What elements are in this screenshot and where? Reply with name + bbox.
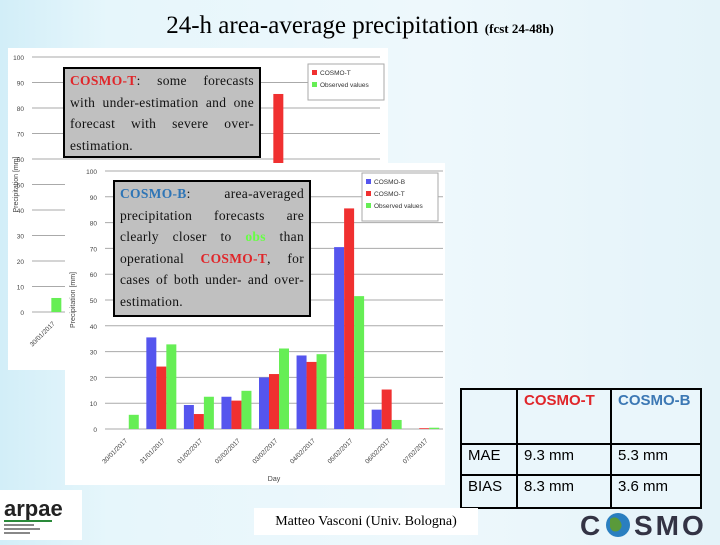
bar-observed-values bbox=[51, 297, 62, 312]
x-tick-label: 30/01/2017 bbox=[101, 437, 129, 465]
bar-cosmo-b bbox=[259, 377, 269, 429]
table-cell: 9.3 mm bbox=[516, 443, 612, 476]
bar-cosmo-b bbox=[296, 355, 307, 429]
note-t-label: COSMO-T bbox=[70, 73, 137, 88]
x-tick-label: 04/02/2017 bbox=[289, 437, 317, 465]
table-cell: BIAS bbox=[460, 474, 518, 509]
bar-cosmo-b bbox=[221, 396, 232, 429]
title-main: 24-h area-average precipitation bbox=[166, 12, 479, 39]
table-cell: 5.3 mm bbox=[610, 443, 702, 476]
y-tick-label: 30 bbox=[17, 234, 25, 241]
bar-cosmo-t bbox=[269, 374, 279, 429]
y-tick-label: 10 bbox=[90, 401, 98, 408]
bar-cosmo-t bbox=[381, 389, 392, 429]
y-tick-label: 40 bbox=[90, 324, 98, 331]
y-axis-label: Precipitation [mm] bbox=[13, 156, 20, 212]
title-sub: (fcst 24-48h) bbox=[484, 21, 554, 36]
author-credit: Matteo Vasconi (Univ. Bologna) bbox=[254, 508, 478, 535]
bar-observed-values bbox=[166, 344, 177, 429]
bar-observed-values bbox=[354, 296, 365, 429]
x-tick-label: 01/02/2017 bbox=[176, 437, 204, 465]
arpae-logo: arpae bbox=[0, 490, 82, 540]
svg-text:C: C bbox=[580, 510, 603, 540]
bar-observed-values bbox=[128, 414, 139, 429]
note-cosmo-b: COSMO-B: area-averaged precipitation for… bbox=[113, 180, 311, 317]
table-row: BIAS 8.3 mm 3.6 mm bbox=[460, 474, 702, 509]
bar-cosmo-t bbox=[306, 361, 317, 429]
legend-label: COSMO-T bbox=[374, 191, 405, 198]
y-tick-label: 20 bbox=[90, 375, 98, 382]
bar-observed-values bbox=[241, 390, 252, 429]
bar-observed-values bbox=[391, 419, 402, 429]
cosmo-logo: C SMO bbox=[578, 505, 718, 541]
scores-table: COSMO-T COSMO-B MAE 9.3 mm 5.3 mm BIAS 8… bbox=[460, 388, 702, 509]
bar-observed-values bbox=[316, 354, 327, 429]
note-b-cosmo-t: COSMO-T bbox=[200, 250, 268, 266]
x-tick-label: 05/02/2017 bbox=[327, 437, 355, 465]
table-cell: 8.3 mm bbox=[516, 474, 612, 509]
legend-swatch bbox=[312, 82, 317, 87]
legend-swatch bbox=[366, 203, 371, 208]
note-cosmo-t: COSMO-T: some forecasts with under-estim… bbox=[63, 67, 261, 158]
x-tick-label: 02/02/2017 bbox=[214, 437, 242, 465]
legend-label: COSMO-B bbox=[374, 179, 405, 186]
y-tick-label: 30 bbox=[90, 350, 98, 357]
x-tick-label: 31/01/2017 bbox=[139, 437, 167, 465]
svg-text:arpae: arpae bbox=[4, 496, 63, 521]
legend-swatch bbox=[312, 70, 317, 75]
y-tick-label: 20 bbox=[17, 259, 25, 266]
x-tick-label: 06/02/2017 bbox=[364, 437, 392, 465]
x-tick-label: 03/02/2017 bbox=[251, 437, 279, 465]
x-tick-label: 30/01/2017 bbox=[29, 320, 57, 348]
y-tick-label: 70 bbox=[90, 246, 98, 253]
slide-title: 24-h area-average precipitation (fcst 24… bbox=[0, 12, 720, 40]
y-tick-label: 90 bbox=[90, 195, 98, 202]
table-header-empty bbox=[460, 388, 518, 445]
legend-swatch bbox=[366, 179, 371, 184]
bar-cosmo-b bbox=[371, 409, 382, 429]
y-tick-label: 0 bbox=[93, 427, 97, 434]
y-tick-label: 80 bbox=[17, 106, 25, 113]
bar-cosmo-t bbox=[156, 366, 167, 429]
legend-swatch bbox=[366, 191, 371, 196]
table-cell: MAE bbox=[460, 443, 518, 476]
bar-cosmo-b bbox=[146, 337, 157, 429]
y-tick-label: 50 bbox=[90, 298, 98, 305]
svg-text:SMO: SMO bbox=[634, 510, 707, 540]
table-header-cosmo-b: COSMO-B bbox=[610, 388, 702, 445]
bar-cosmo-t bbox=[344, 208, 355, 429]
legend-label: Observed values bbox=[374, 203, 424, 210]
bar-cosmo-t bbox=[231, 400, 242, 429]
y-tick-label: 0 bbox=[20, 310, 24, 317]
bar-observed-values bbox=[429, 427, 440, 429]
x-axis-label: Day bbox=[268, 476, 281, 483]
bar-observed-values bbox=[203, 396, 214, 429]
bar-cosmo-b bbox=[334, 247, 345, 429]
y-tick-label: 60 bbox=[90, 272, 98, 279]
x-tick-label: 07/02/2017 bbox=[402, 437, 430, 465]
y-tick-label: 100 bbox=[86, 169, 97, 176]
y-tick-label: 10 bbox=[17, 285, 25, 292]
bar-observed-values bbox=[279, 348, 289, 429]
y-tick-label: 100 bbox=[13, 55, 24, 62]
y-tick-label: 90 bbox=[17, 81, 25, 88]
table-row: MAE 9.3 mm 5.3 mm bbox=[460, 443, 702, 476]
table-header-cosmo-t: COSMO-T bbox=[516, 388, 612, 445]
y-tick-label: 80 bbox=[90, 221, 98, 228]
legend-label: Observed values bbox=[320, 82, 370, 89]
note-b-obs: obs bbox=[245, 229, 266, 244]
legend-label: COSMO-T bbox=[320, 70, 351, 77]
note-b-label: COSMO-B bbox=[120, 186, 187, 201]
bar-cosmo-b bbox=[183, 405, 194, 429]
y-tick-label: 70 bbox=[17, 132, 25, 139]
table-cell: 3.6 mm bbox=[610, 474, 702, 509]
bar-cosmo-t bbox=[193, 414, 204, 429]
bar-cosmo-t bbox=[419, 428, 430, 429]
y-axis-label: Precipitation [mm] bbox=[70, 272, 77, 328]
